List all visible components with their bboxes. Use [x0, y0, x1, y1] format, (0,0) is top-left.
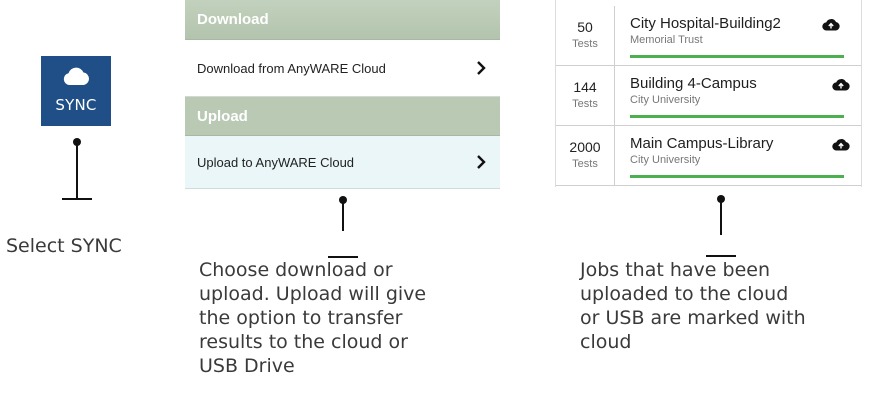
- jobs-list: 50 Tests City Hospital-Building2 Memoria…: [555, 0, 862, 187]
- chevron-right-icon: [477, 61, 486, 75]
- test-count-value: 50: [577, 19, 593, 35]
- job-progress-bar: [630, 115, 844, 118]
- job-organization: City University: [630, 94, 701, 106]
- caption-line: Jobs that have been: [580, 259, 770, 281]
- caption-line: results to the cloud or: [199, 331, 408, 353]
- cloud-upload-icon: [832, 139, 850, 151]
- connector-pin: [328, 196, 358, 258]
- job-organization: Memorial Trust: [630, 34, 703, 46]
- job-progress-bar: [630, 175, 844, 178]
- connector-pin: [62, 138, 92, 200]
- sync-caption: Select SYNC: [6, 235, 122, 257]
- upload-item-label: Upload to AnyWARE Cloud: [197, 154, 355, 170]
- chevron-right-icon: [477, 155, 486, 169]
- caption-line: the option to transfer: [199, 307, 403, 329]
- caption-line: USB Drive: [199, 355, 295, 377]
- caption-line: or USB are marked with: [580, 307, 806, 329]
- download-section-header: Download: [185, 0, 500, 40]
- job-name: City Hospital-Building2: [630, 15, 781, 32]
- job-progress-bar: [630, 55, 844, 58]
- caption-line: Choose download or: [199, 259, 393, 281]
- test-count: 144 Tests: [556, 66, 615, 125]
- job-organization: City University: [630, 154, 701, 166]
- upload-section-header: Upload: [185, 97, 500, 136]
- test-count-unit: Tests: [572, 98, 598, 110]
- cloud-icon: [63, 67, 90, 85]
- upload-to-cloud-item[interactable]: Upload to AnyWARE Cloud: [185, 136, 500, 189]
- job-row[interactable]: 50 Tests City Hospital-Building2 Memoria…: [556, 6, 861, 66]
- cloud-upload-icon: [822, 19, 840, 31]
- test-count: 50 Tests: [556, 6, 615, 65]
- transfer-caption: Choose download or upload. Upload will g…: [199, 258, 426, 378]
- job-name: Main Campus-Library: [630, 135, 774, 152]
- test-count-value: 144: [573, 79, 597, 95]
- sync-button[interactable]: SYNC: [41, 56, 111, 126]
- sync-label: SYNC: [55, 96, 97, 114]
- download-from-cloud-item[interactable]: Download from AnyWARE Cloud: [185, 40, 500, 97]
- jobs-caption: Jobs that have been uploaded to the clou…: [580, 258, 806, 354]
- caption-line: cloud: [580, 331, 632, 353]
- cloud-upload-icon: [832, 79, 850, 91]
- test-count-unit: Tests: [572, 158, 598, 170]
- caption-line: uploaded to the cloud: [580, 283, 789, 305]
- download-item-label: Download from AnyWARE Cloud: [197, 60, 386, 76]
- job-name: Building 4-Campus: [630, 75, 757, 92]
- caption-line: upload. Upload will give: [199, 283, 427, 305]
- connector-pin: [706, 195, 736, 257]
- job-row[interactable]: 2000 Tests Main Campus-Library City Univ…: [556, 126, 861, 186]
- transfer-panel: Download Download from AnyWARE Cloud Upl…: [185, 0, 500, 189]
- job-row[interactable]: 144 Tests Building 4-Campus City Univers…: [556, 66, 861, 126]
- test-count-unit: Tests: [572, 38, 598, 50]
- test-count-value: 2000: [569, 139, 601, 155]
- test-count: 2000 Tests: [556, 126, 615, 185]
